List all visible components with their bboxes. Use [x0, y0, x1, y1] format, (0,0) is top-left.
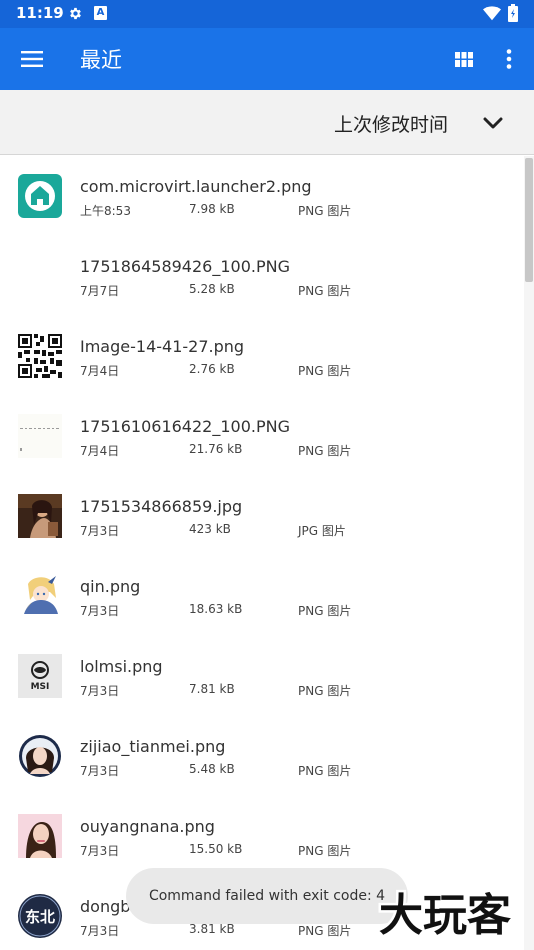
file-size: 18.63 kB — [189, 602, 243, 616]
file-size: 423 kB — [189, 522, 231, 536]
file-row[interactable]: Image-14-41-27.png 7月4日 2.76 kB PNG 图片 — [0, 316, 524, 396]
file-date: 7月3日 — [80, 764, 120, 778]
portrait-image — [18, 814, 62, 858]
svg-text:MSI: MSI — [31, 682, 50, 692]
file-name: ouyangnana.png — [80, 817, 215, 836]
file-row[interactable]: 1751610616422_100.PNG 7月4日 21.76 kB PNG … — [0, 396, 524, 476]
file-name: 1751864589426_100.PNG — [80, 257, 290, 276]
sort-label[interactable]: 上次修改时间 — [334, 110, 448, 137]
file-list: com.microvirt.launcher2.png 上午8:53 7.98 … — [0, 156, 524, 950]
wifi-icon — [483, 6, 501, 21]
status-time: 11:19 — [16, 4, 64, 22]
file-size: 15.50 kB — [189, 842, 243, 856]
status-bar: 11:19 A — [0, 0, 534, 28]
file-type: PNG 图片 — [298, 844, 352, 858]
file-name: 1751610616422_100.PNG — [80, 417, 290, 436]
file-date: 7月4日 — [80, 364, 120, 378]
file-date: 7月3日 — [80, 604, 120, 618]
photo-portrait — [18, 494, 62, 538]
watermark-text: 大玩客 — [379, 890, 511, 941]
chevron-down-icon — [483, 117, 503, 129]
file-name: Image-14-41-27.png — [80, 337, 245, 356]
file-type: PNG 图片 — [298, 604, 352, 618]
file-size: 21.76 kB — [189, 442, 243, 456]
file-type: PNG 图片 — [298, 364, 352, 378]
sort-bar[interactable]: 上次修改时间 — [0, 90, 534, 155]
file-size: 7.81 kB — [189, 682, 235, 696]
file-row[interactable]: ouyangnana.png 7月3日 15.50 kB PNG 图片 — [0, 796, 524, 876]
file-size: 3.81 kB — [189, 922, 235, 936]
watermark-logo: 大玩客 — [377, 888, 514, 944]
file-type: PNG 图片 — [298, 684, 352, 698]
file-type: PNG 图片 — [298, 444, 352, 458]
a-badge-icon: A — [94, 6, 107, 20]
faint-text-image — [18, 414, 62, 458]
file-size: 5.48 kB — [189, 762, 235, 776]
file-row[interactable]: 1751864589426_100.PNG 7月7日 5.28 kB PNG 图… — [0, 236, 524, 316]
msi-logo-image: MSI — [18, 654, 62, 698]
hamburger-menu-icon — [21, 51, 43, 67]
scrollbar-thumb[interactable] — [525, 158, 533, 282]
sort-dropdown-button[interactable] — [478, 108, 508, 138]
launcher-app-icon — [18, 174, 62, 218]
file-name: com.microvirt.launcher2.png — [80, 177, 312, 196]
grid-view-button[interactable] — [448, 41, 480, 77]
file-row[interactable]: com.microvirt.launcher2.png 上午8:53 7.98 … — [0, 156, 524, 236]
file-type: PNG 图片 — [298, 924, 352, 938]
more-vert-icon — [506, 49, 512, 69]
file-date: 7月3日 — [80, 524, 120, 538]
file-date: 7月4日 — [80, 444, 120, 458]
file-type: PNG 图片 — [298, 764, 352, 778]
app-bar: 最近 — [0, 28, 534, 90]
file-type: PNG 图片 — [298, 204, 352, 218]
round-portrait-image — [18, 734, 62, 778]
file-row[interactable]: MSI lolmsi.png 7月3日 7.81 kB PNG 图片 — [0, 636, 524, 716]
file-size: 2.76 kB — [189, 362, 235, 376]
menu-button[interactable] — [12, 40, 52, 78]
file-name: 1751534866859.jpg — [80, 497, 243, 516]
dongbei-text-image: 东北 — [18, 894, 62, 938]
file-date: 7月3日 — [80, 684, 120, 698]
more-options-button[interactable] — [494, 41, 524, 77]
toast-text: Command failed with exit code: 4 — [148, 888, 386, 904]
file-name: lolmsi.png — [80, 657, 163, 676]
dongbei-label: 东北 — [25, 908, 55, 926]
file-date: 7月3日 — [80, 844, 120, 858]
qr-code-image — [18, 334, 62, 378]
file-size: 5.28 kB — [189, 282, 235, 296]
blank-image — [18, 254, 62, 298]
file-date: 7月7日 — [80, 284, 120, 298]
battery-icon — [508, 4, 518, 22]
file-row[interactable]: qin.png 7月3日 18.63 kB PNG 图片 — [0, 556, 524, 636]
file-row[interactable]: zijiao_tianmei.png 7月3日 5.48 kB PNG 图片 — [0, 716, 524, 796]
file-size: 7.98 kB — [189, 202, 235, 216]
file-date: 上午8:53 — [80, 204, 131, 218]
file-name: zijiao_tianmei.png — [80, 737, 226, 756]
file-type: PNG 图片 — [298, 284, 352, 298]
anime-character-image — [18, 574, 62, 618]
file-date: 7月3日 — [80, 924, 120, 938]
grid-view-icon — [455, 51, 473, 67]
gear-icon — [70, 7, 81, 20]
file-row[interactable]: 1751534866859.jpg 7月3日 423 kB JPG 图片 — [0, 476, 524, 556]
page-title: 最近 — [80, 48, 122, 72]
file-type: JPG 图片 — [298, 524, 346, 538]
file-name: qin.png — [80, 577, 141, 596]
